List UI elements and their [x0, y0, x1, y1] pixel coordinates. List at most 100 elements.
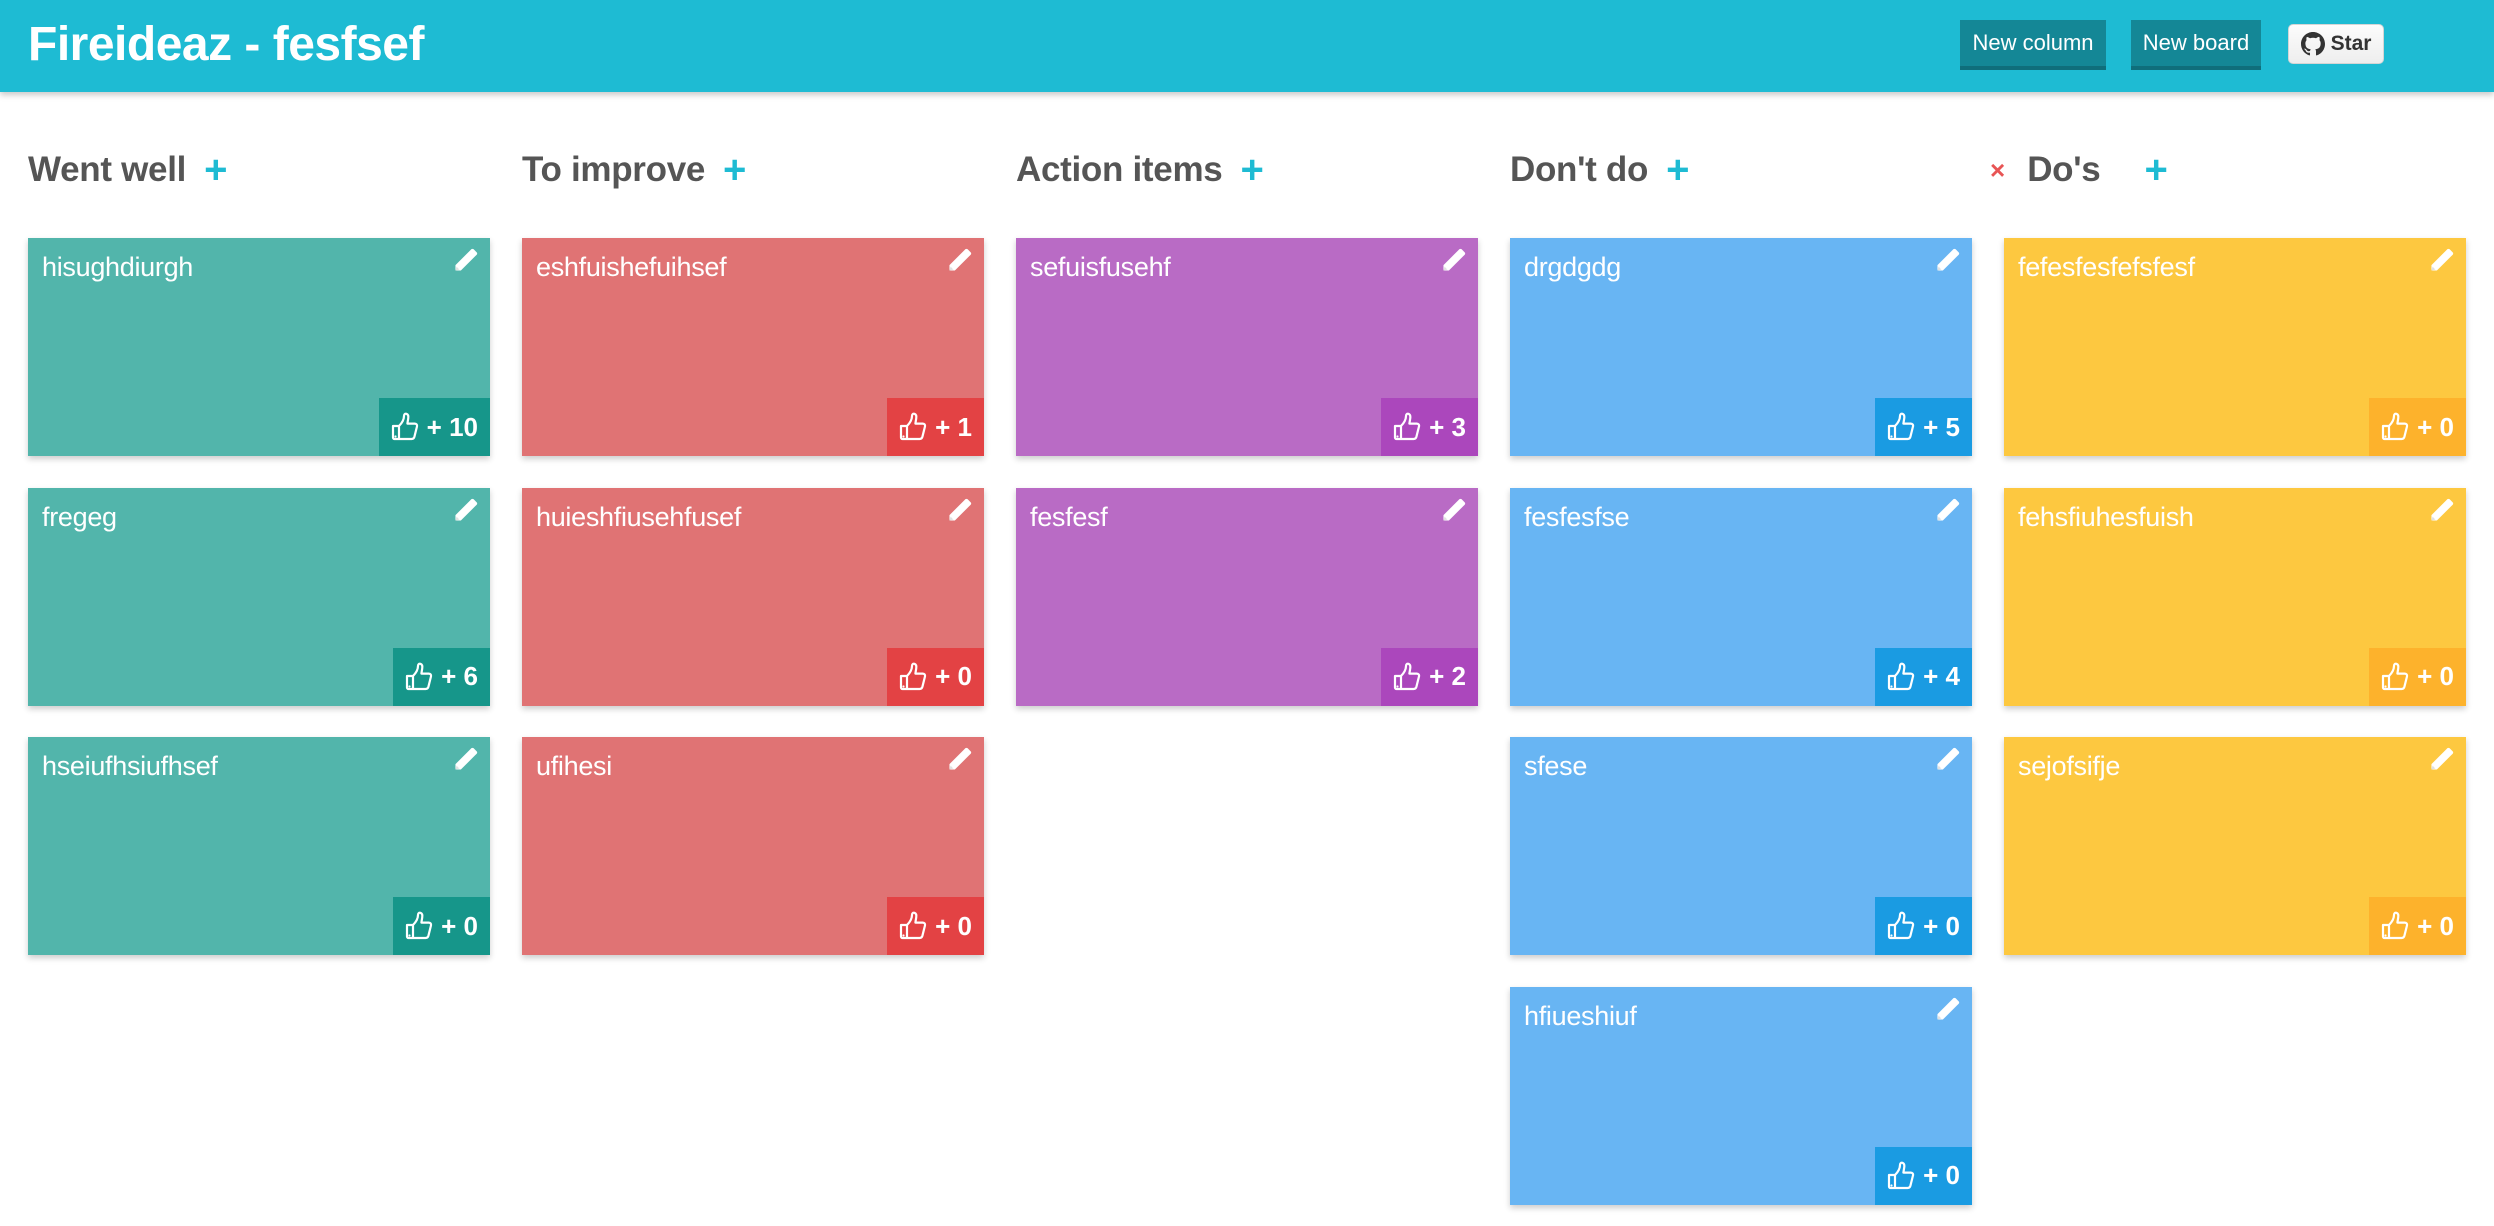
github-icon [2300, 32, 2325, 56]
thumbs-up-icon [900, 662, 927, 690]
card-text: sefuisfusehf [1030, 252, 1171, 282]
card[interactable]: sejofsifje + 0 [2004, 737, 2466, 955]
card-text: ufihesi [536, 751, 612, 781]
thumbs-up-icon [406, 911, 433, 940]
card-text: hfiueshiuf [1524, 1000, 1637, 1031]
column-title[interactable]: Do's [2027, 150, 2101, 190]
vote-button[interactable]: + 1 [887, 398, 984, 456]
card[interactable]: hisughdiurgh + 10 [28, 238, 490, 456]
column-title[interactable]: Went well [28, 150, 186, 190]
column-header: Don't do + [1510, 145, 1689, 195]
vote-button[interactable]: + 4 [1875, 647, 1972, 706]
thumbs-up-icon [2382, 662, 2409, 690]
pencil-icon[interactable] [1440, 498, 1466, 524]
pencil-icon[interactable] [946, 747, 972, 773]
thumbs-up-icon [391, 412, 418, 441]
card[interactable]: ufihesi + 0 [522, 737, 984, 955]
card[interactable]: sefuisfusehf + 3 [1016, 238, 1478, 456]
thumbs-up-icon [1394, 662, 1421, 690]
vote-button[interactable]: + 5 [1875, 398, 1972, 456]
card[interactable]: sfese + 0 [1510, 737, 1972, 955]
card-text: sfese [1524, 751, 1588, 781]
vote-count: + 0 [935, 910, 972, 941]
pencil-icon[interactable] [946, 248, 972, 274]
card[interactable]: fregeg + 6 [28, 487, 490, 706]
vote-count: + 5 [1923, 411, 1960, 442]
star-label: Star [2330, 32, 2372, 55]
thumbs-up-icon [1888, 662, 1915, 690]
pencil-icon[interactable] [1934, 747, 1960, 773]
add-card-icon[interactable]: + [1240, 150, 1263, 190]
card[interactable]: drgdgdg + 5 [1510, 238, 1972, 456]
vote-button[interactable]: + 0 [887, 897, 984, 955]
column-title[interactable]: Don't do [1510, 150, 1648, 190]
column-title[interactable]: To improve [522, 150, 705, 190]
pencil-icon[interactable] [946, 498, 972, 524]
pencil-icon[interactable] [2428, 498, 2454, 524]
card[interactable]: fesfesfse + 4 [1510, 487, 1972, 706]
thumbs-up-icon [406, 662, 433, 690]
thumbs-up-icon [1888, 412, 1915, 441]
column-header: To improve + [522, 145, 746, 195]
vote-button[interactable]: + 3 [1381, 398, 1478, 456]
vote-button[interactable]: + 2 [1381, 647, 1478, 706]
card-text: sejofsifje [2018, 751, 2121, 781]
vote-button[interactable]: + 0 [393, 897, 490, 955]
vote-count: + 0 [2417, 411, 2454, 442]
vote-count: + 1 [935, 411, 972, 442]
pencil-icon[interactable] [452, 747, 478, 773]
vote-count: + 0 [1923, 1160, 1960, 1190]
card[interactable]: huieshfiusehfusef + 0 [522, 487, 984, 706]
remove-column-icon[interactable]: × [1990, 157, 2005, 183]
card-text: eshfuishefuihsef [536, 252, 727, 282]
pencil-icon[interactable] [452, 248, 478, 274]
vote-count: + 3 [1429, 411, 1466, 442]
card-text: fregeg [42, 501, 117, 532]
vote-button[interactable]: + 0 [2369, 897, 2466, 955]
github-star-button[interactable]: Star [2288, 24, 2384, 64]
card-text: huieshfiusehfusef [536, 501, 742, 532]
card[interactable]: hfiueshiuf + 0 [1510, 986, 1972, 1205]
vote-button[interactable]: + 0 [1875, 897, 1972, 955]
vote-count: + 4 [1923, 661, 1960, 691]
new-board-button[interactable]: New board [2131, 20, 2261, 70]
pencil-icon[interactable] [1934, 498, 1960, 524]
vote-count: + 2 [1429, 661, 1466, 691]
thumbs-up-icon [900, 911, 927, 940]
vote-count: + 0 [2417, 910, 2454, 941]
new-column-button[interactable]: New column [1960, 20, 2106, 70]
vote-button[interactable]: + 0 [2369, 647, 2466, 706]
card[interactable]: fesfesf + 2 [1016, 487, 1478, 706]
column-title[interactable]: Action items [1016, 150, 1223, 190]
vote-button[interactable]: + 0 [2369, 398, 2466, 456]
thumbs-up-icon [1394, 412, 1421, 441]
pencil-icon[interactable] [2428, 248, 2454, 274]
column-header: Action items + [1016, 145, 1264, 195]
add-card-icon[interactable]: + [723, 150, 746, 190]
card[interactable]: eshfuishefuihsef + 1 [522, 238, 984, 456]
card[interactable]: fefesfesfefsfesf + 0 [2004, 238, 2466, 456]
column-header: × Do's + [1990, 145, 2168, 195]
vote-button[interactable]: + 0 [887, 647, 984, 706]
card[interactable]: hseiufhsiufhsef + 0 [28, 737, 490, 955]
vote-count: + 0 [2417, 661, 2454, 691]
card[interactable]: fehsfiuhesfuish + 0 [2004, 487, 2466, 706]
pencil-icon[interactable] [2428, 747, 2454, 773]
card-text: hseiufhsiufhsef [42, 751, 218, 781]
card-text: fehsfiuhesfuish [2018, 501, 2194, 532]
add-card-icon[interactable]: + [1666, 150, 1689, 190]
page-title: Fireideaz - fesfsef [28, 18, 424, 71]
thumbs-up-icon [900, 412, 927, 441]
add-card-icon[interactable]: + [2144, 150, 2167, 190]
pencil-icon[interactable] [452, 498, 478, 524]
pencil-icon[interactable] [1934, 248, 1960, 274]
vote-button[interactable]: + 10 [378, 398, 490, 456]
add-card-icon[interactable]: + [204, 150, 227, 190]
pencil-icon[interactable] [1440, 248, 1466, 274]
thumbs-up-icon [2382, 412, 2409, 441]
vote-count: + 0 [1923, 910, 1960, 941]
vote-button[interactable]: + 0 [1875, 1146, 1972, 1205]
vote-button[interactable]: + 6 [393, 647, 490, 706]
vote-count: + 6 [441, 661, 478, 691]
pencil-icon[interactable] [1934, 997, 1960, 1023]
